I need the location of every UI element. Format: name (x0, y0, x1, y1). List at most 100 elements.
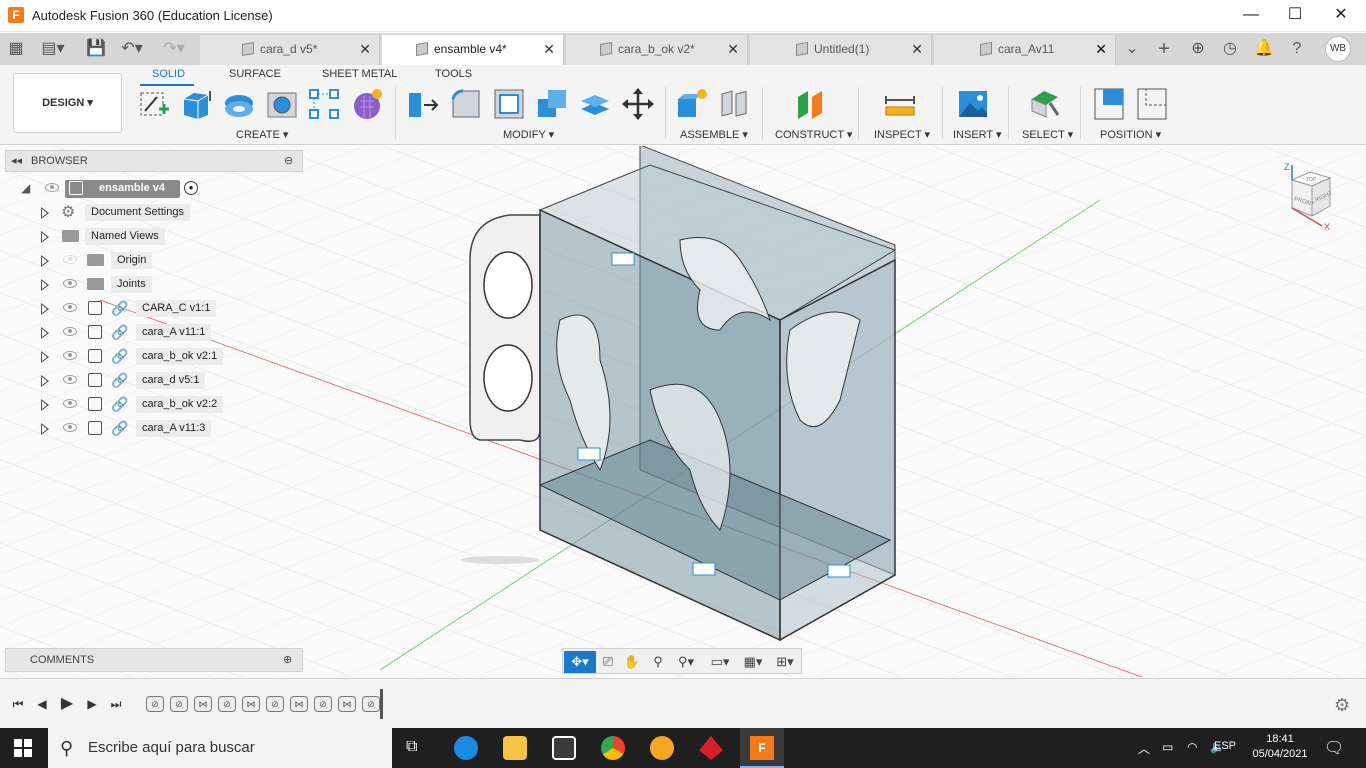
battery-icon[interactable]: ▭ (1162, 740, 1173, 754)
app-icon[interactable] (699, 736, 723, 760)
timeline-joint-feature-icon[interactable]: ⊘ (314, 696, 332, 712)
expand-triangle-icon[interactable] (41, 399, 49, 411)
shell-icon[interactable] (492, 87, 526, 121)
move-copy-icon[interactable] (621, 87, 655, 121)
collapse-panel-icon[interactable]: ◂◂ (11, 151, 22, 171)
close-window-button[interactable]: ✕ (1318, 0, 1364, 32)
rectangular-pattern-icon[interactable] (307, 87, 341, 121)
offset-face-icon[interactable] (578, 87, 612, 121)
wifi-icon[interactable]: ◠ (1187, 740, 1197, 754)
close-tab-icon[interactable]: ✕ (359, 35, 371, 63)
workspace-switcher[interactable]: DESIGN ▾ (13, 73, 122, 133)
expand-triangle-icon[interactable] (41, 375, 49, 387)
timeline-joint-feature-icon[interactable]: ⊘ (266, 696, 284, 712)
close-tab-icon[interactable]: ✕ (727, 35, 739, 63)
measure-icon[interactable] (883, 87, 917, 121)
go-to-start-icon[interactable]: ⏮ (10, 696, 26, 712)
timeline-joint-feature-icon[interactable]: ⊘ (218, 696, 236, 712)
browser-item-origin[interactable]: Origin (5, 249, 305, 271)
joint-marker-icon[interactable] (611, 252, 635, 266)
orbit-icon[interactable]: ✥▾ (564, 651, 596, 673)
timeline-joint-feature-icon[interactable]: ⊘ (170, 696, 188, 712)
expand-triangle-icon[interactable] (41, 303, 49, 315)
position-menu[interactable]: POSITION ▾ (1100, 128, 1161, 141)
press-pull-icon[interactable] (406, 87, 440, 121)
visibility-eye-icon[interactable] (63, 279, 77, 288)
file-menu-icon[interactable]: ▤▾ (36, 37, 70, 61)
timeline-joint-feature-icon[interactable]: ⋈ (338, 696, 356, 712)
task-view-icon[interactable]: ⧉ (406, 738, 428, 758)
extensions-icon[interactable]: ⊕ (1186, 37, 1210, 61)
help-icon[interactable]: ? (1285, 37, 1309, 61)
play-icon[interactable]: ▶ (59, 696, 75, 712)
timeline-joint-feature-icon[interactable]: ⋈ (290, 696, 308, 712)
tab-solid[interactable]: SOLID (152, 68, 185, 80)
job-status-clock-icon[interactable]: ◷ (1218, 37, 1242, 61)
store-icon[interactable] (552, 736, 576, 760)
revert-position-icon[interactable] (1136, 87, 1170, 121)
zoom-icon[interactable]: ⚲ (647, 651, 669, 673)
visibility-eye-icon[interactable] (63, 327, 77, 336)
minimize-button[interactable]: — (1228, 0, 1274, 32)
inspect-menu[interactable]: INSPECT ▾ (874, 128, 930, 141)
timeline-joint-feature-icon[interactable]: ⋈ (194, 696, 212, 712)
tab-cara-d[interactable]: cara_d v5* ✕ (200, 35, 380, 65)
expand-triangle-icon[interactable] (41, 351, 49, 363)
browser-item-component[interactable]: 🔗 cara_A v11:1 (5, 321, 305, 343)
visibility-eye-icon[interactable] (63, 399, 77, 408)
edge-browser-icon[interactable] (454, 736, 478, 760)
chrome-browser-icon[interactable] (601, 736, 625, 760)
visibility-eye-icon[interactable] (63, 303, 77, 312)
redo-icon[interactable]: ↷▾ (158, 37, 190, 61)
viewcube[interactable]: TOP FRONT RIGHT Z X (1280, 160, 1340, 230)
fillet-icon[interactable] (449, 87, 483, 121)
grid-settings-icon[interactable]: ▦▾ (739, 651, 767, 673)
taskbar-search-box[interactable]: ⚲ Escribe aquí para buscar (48, 728, 392, 768)
create-sketch-icon[interactable] (137, 87, 171, 121)
visibility-eye-icon[interactable] (45, 183, 59, 192)
create-menu[interactable]: CREATE ▾ (236, 128, 288, 141)
offset-plane-icon[interactable] (794, 87, 828, 121)
expand-triangle-icon[interactable] (41, 279, 49, 291)
tab-untitled[interactable]: Untitled(1) ✕ (750, 35, 932, 65)
select-icon[interactable] (1028, 87, 1062, 121)
joint-marker-icon[interactable] (577, 447, 601, 461)
browser-item-joints[interactable]: Joints (5, 273, 305, 295)
timeline-marker[interactable] (380, 689, 383, 719)
fusion-taskbar-button[interactable]: F (740, 728, 784, 768)
joint-icon[interactable] (718, 87, 752, 121)
tray-chevron-icon[interactable]: ︿ (1138, 740, 1150, 757)
expand-triangle-icon[interactable] (41, 423, 49, 435)
expand-triangle-icon[interactable] (41, 255, 49, 267)
data-panel-grid-icon[interactable]: ▦ (4, 37, 28, 61)
expand-triangle-icon[interactable] (41, 231, 49, 243)
language-indicator[interactable]: ESP (1214, 740, 1236, 752)
save-icon[interactable]: 💾 (84, 37, 108, 61)
new-component-icon[interactable] (675, 87, 709, 121)
capture-position-icon[interactable] (1093, 87, 1127, 121)
step-forward-icon[interactable]: ▶ (84, 696, 100, 712)
insert-image-icon[interactable] (956, 87, 990, 121)
timeline-settings-gear-icon[interactable]: ⚙ (1334, 695, 1350, 716)
undo-icon[interactable]: ↶▾ (116, 37, 148, 61)
insert-menu[interactable]: INSERT ▾ (953, 128, 1002, 141)
brave-browser-icon[interactable] (650, 736, 674, 760)
maximize-button[interactable]: ☐ (1272, 0, 1318, 32)
look-at-icon[interactable]: ⎚ (597, 651, 619, 673)
user-avatar[interactable]: WB (1325, 36, 1351, 62)
timeline-joint-feature-icon[interactable]: ⊘ (362, 696, 380, 712)
fit-zoom-icon[interactable]: ⚲▾ (671, 651, 701, 673)
select-menu[interactable]: SELECT ▾ (1022, 128, 1073, 141)
file-explorer-icon[interactable] (503, 736, 527, 760)
step-back-icon[interactable]: ◀ (34, 696, 50, 712)
minimize-browser-icon[interactable]: ⊖ (284, 151, 293, 171)
browser-item-component[interactable]: 🔗 cara_b_ok v2:2 (5, 393, 305, 415)
timeline-joint-feature-icon[interactable]: ⊘ (146, 696, 164, 712)
extrude-icon[interactable] (180, 87, 214, 121)
browser-item-named-views[interactable]: Named Views (5, 225, 305, 247)
browser-item-document-settings[interactable]: ⚙ Document Settings (5, 201, 305, 223)
go-to-end-icon[interactable]: ⏭ (108, 696, 124, 712)
notifications-bell-icon[interactable]: 🔔 (1252, 37, 1276, 61)
browser-root-item[interactable]: ◢ ensamble v4 ● (5, 177, 305, 199)
browser-item-component[interactable]: 🔗 cara_d v5:1 (5, 369, 305, 391)
